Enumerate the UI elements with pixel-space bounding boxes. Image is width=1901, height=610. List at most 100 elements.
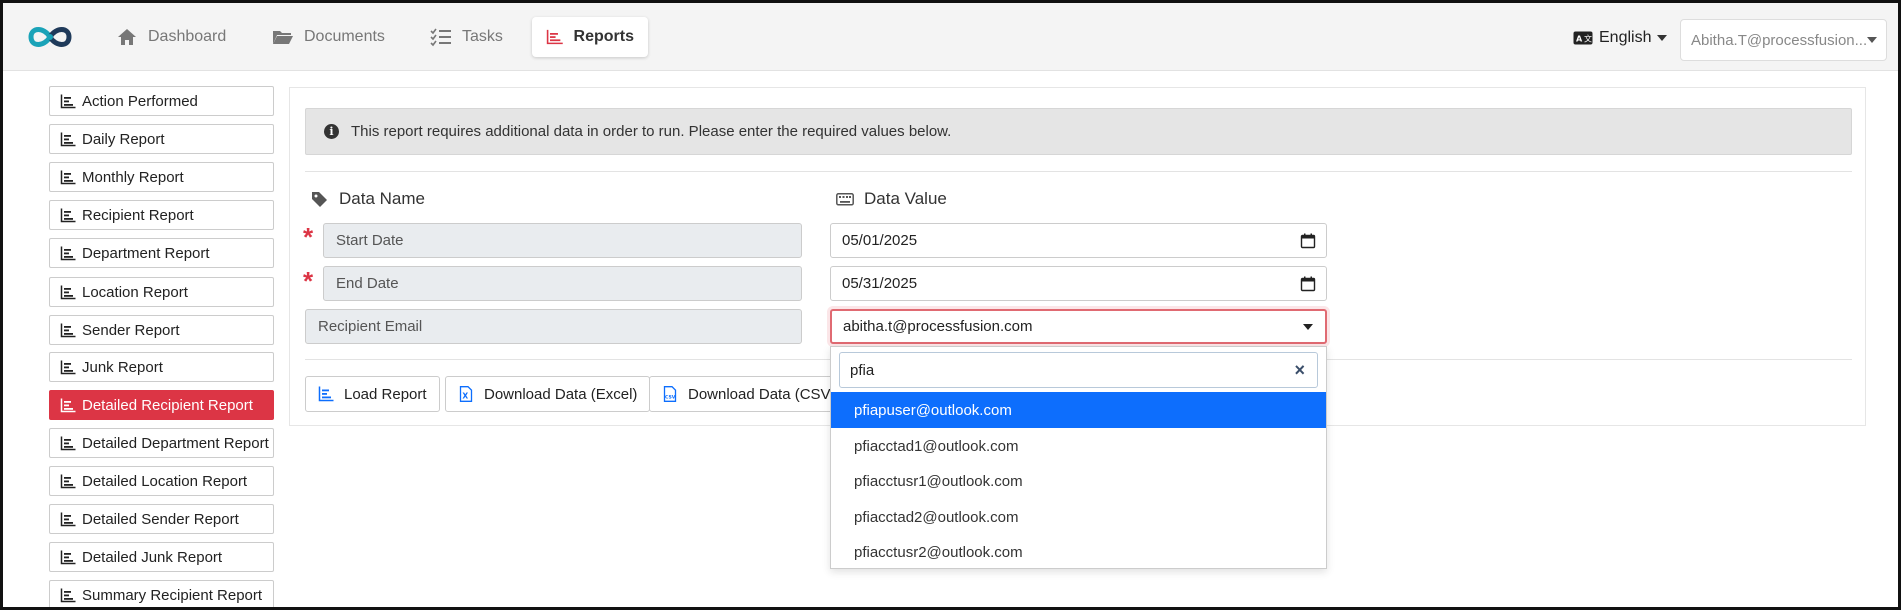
end-date-label-field: End Date (323, 266, 802, 301)
alert-text: This report requires additional data in … (351, 123, 952, 140)
sidebar-item-detailed-department-report[interactable]: Detailed Department Report (49, 428, 274, 458)
tag-icon (312, 192, 327, 207)
required-marker: * (303, 222, 314, 252)
nav-tab-reports[interactable]: Reports (532, 17, 648, 57)
header-label: Data Value (864, 189, 947, 208)
header-label: Data Name (339, 189, 425, 208)
logo-icon[interactable] (25, 20, 75, 54)
svg-text:CSV: CSV (665, 395, 676, 401)
report-icon (60, 512, 76, 526)
report-icon (60, 170, 76, 184)
report-icon (60, 132, 76, 146)
sidebar-item-summary-recipient-report[interactable]: Summary Recipient Report (49, 580, 274, 610)
nav-tab-label: Dashboard (148, 28, 227, 45)
sidebar-item-label: Sender Report (82, 321, 180, 339)
dropdown-option[interactable]: pfiacctad2@outlook.com (831, 499, 1326, 535)
download-excel-button[interactable]: X Download Data (Excel) (445, 376, 651, 412)
sidebar-item-recipient-report[interactable]: Recipient Report (49, 200, 274, 230)
nav-tab-label: Documents (304, 28, 385, 45)
sidebar-item-label: Detailed Junk Report (82, 548, 223, 566)
language-icon: A文 (1573, 31, 1593, 45)
dropdown-option[interactable]: pfiacctusr1@outlook.com (831, 463, 1326, 499)
button-label: Download Data (CSV) (688, 385, 836, 403)
chart-icon (546, 29, 563, 45)
report-icon (60, 323, 76, 337)
chevron-down-icon (1867, 37, 1878, 43)
report-icon (60, 94, 76, 108)
report-icon (60, 550, 76, 564)
calendar-icon[interactable] (1300, 233, 1316, 249)
language-label: English (1599, 29, 1652, 46)
report-icon (60, 398, 76, 412)
info-alert: i This report requires additional data i… (305, 108, 1852, 155)
start-date-label-field: Start Date (323, 223, 802, 258)
nav-tab-label: Tasks (462, 28, 503, 45)
sidebar-item-junk-report[interactable]: Junk Report (49, 352, 274, 382)
button-label: Load Report (344, 385, 427, 403)
sidebar-item-daily-report[interactable]: Daily Report (49, 124, 274, 154)
field-value: abitha.t@processfusion.com (843, 318, 1033, 335)
nav-tab-tasks[interactable]: Tasks (416, 17, 517, 57)
svg-text:文: 文 (1584, 34, 1592, 44)
sidebar-item-detailed-recipient-report[interactable]: Detailed Recipient Report (49, 390, 274, 420)
button-label: Download Data (Excel) (484, 385, 638, 403)
dropdown-search-input[interactable]: pfia × (839, 352, 1318, 388)
data-name-header: Data Name (311, 189, 425, 209)
report-icon (60, 436, 76, 450)
sidebar-item-label: Summary Recipient Report (82, 586, 263, 604)
chevron-down-icon (1303, 323, 1313, 330)
nav-tab-dashboard[interactable]: Dashboard (102, 17, 240, 57)
report-icon (60, 208, 76, 222)
sidebar-item-label: Action Performed (82, 92, 198, 110)
report-icon (60, 360, 76, 374)
sidebar-item-monthly-report[interactable]: Monthly Report (49, 162, 274, 192)
sidebar-item-action-performed[interactable]: Action Performed (49, 86, 274, 116)
end-date-input[interactable]: 05/31/2025 (830, 266, 1327, 301)
user-account-dropdown[interactable]: Abitha.T@processfusion... (1680, 19, 1887, 61)
sidebar-item-sender-report[interactable]: Sender Report (49, 315, 274, 345)
chevron-down-icon (1657, 35, 1668, 41)
calendar-icon[interactable] (1300, 276, 1316, 292)
dropdown-option[interactable]: pfiacctad1@outlook.com (831, 428, 1326, 464)
dropdown-option[interactable]: pfiacctusr2@outlook.com (831, 534, 1326, 570)
field-name: End Date (336, 275, 399, 292)
recipient-email-dropdown: pfia × pfiapuser@outlook.com pfiacctad1@o… (830, 346, 1327, 569)
nav-tab-label: Reports (573, 28, 634, 45)
start-date-input[interactable]: 05/01/2025 (830, 223, 1327, 258)
sidebar-item-detailed-sender-report[interactable]: Detailed Sender Report (49, 504, 274, 534)
sidebar-item-label: Detailed Sender Report (82, 510, 239, 528)
sidebar-item-detailed-junk-report[interactable]: Detailed Junk Report (49, 542, 274, 572)
user-email: Abitha.T@processfusion... (1691, 31, 1868, 49)
svg-text:X: X (462, 392, 468, 401)
report-icon (60, 474, 76, 488)
sidebar-item-detailed-location-report[interactable]: Detailed Location Report (49, 466, 274, 496)
sidebar-item-label: Department Report (82, 244, 210, 262)
sidebar-item-label: Detailed Department Report (82, 434, 269, 452)
required-marker: * (303, 266, 314, 296)
recipient-email-label-field: Recipient Email (305, 309, 802, 344)
tasks-icon (430, 28, 451, 47)
home-icon (118, 29, 136, 45)
download-csv-button[interactable]: CSV Download Data (CSV) (649, 376, 849, 412)
svg-text:A: A (1576, 35, 1583, 44)
clear-icon[interactable]: × (1294, 360, 1305, 381)
field-name: Start Date (336, 232, 404, 249)
dropdown-option[interactable]: pfiapuser@outlook.com (831, 392, 1326, 428)
sidebar-item-label: Detailed Location Report (82, 472, 248, 490)
sidebar-item-location-report[interactable]: Location Report (49, 277, 274, 307)
sidebar-item-department-report[interactable]: Department Report (49, 238, 274, 268)
sidebar-item-label: Junk Report (82, 358, 163, 376)
load-report-button[interactable]: Load Report (305, 376, 440, 412)
csv-file-icon: CSV (663, 386, 677, 402)
report-icon (60, 285, 76, 299)
sidebar-item-label: Monthly Report (82, 168, 184, 186)
field-value: 05/01/2025 (842, 232, 918, 249)
language-selector[interactable]: A文 English (1573, 29, 1668, 47)
sidebar-item-label: Daily Report (82, 130, 165, 148)
nav-tab-documents[interactable]: Documents (258, 17, 399, 57)
top-navbar: Dashboard Documents Tasks Reports A文 Eng… (3, 3, 1898, 71)
report-icon (60, 246, 76, 260)
recipient-email-select[interactable]: abitha.t@processfusion.com (830, 309, 1327, 344)
divider (305, 171, 1852, 172)
folder-icon (273, 31, 293, 44)
